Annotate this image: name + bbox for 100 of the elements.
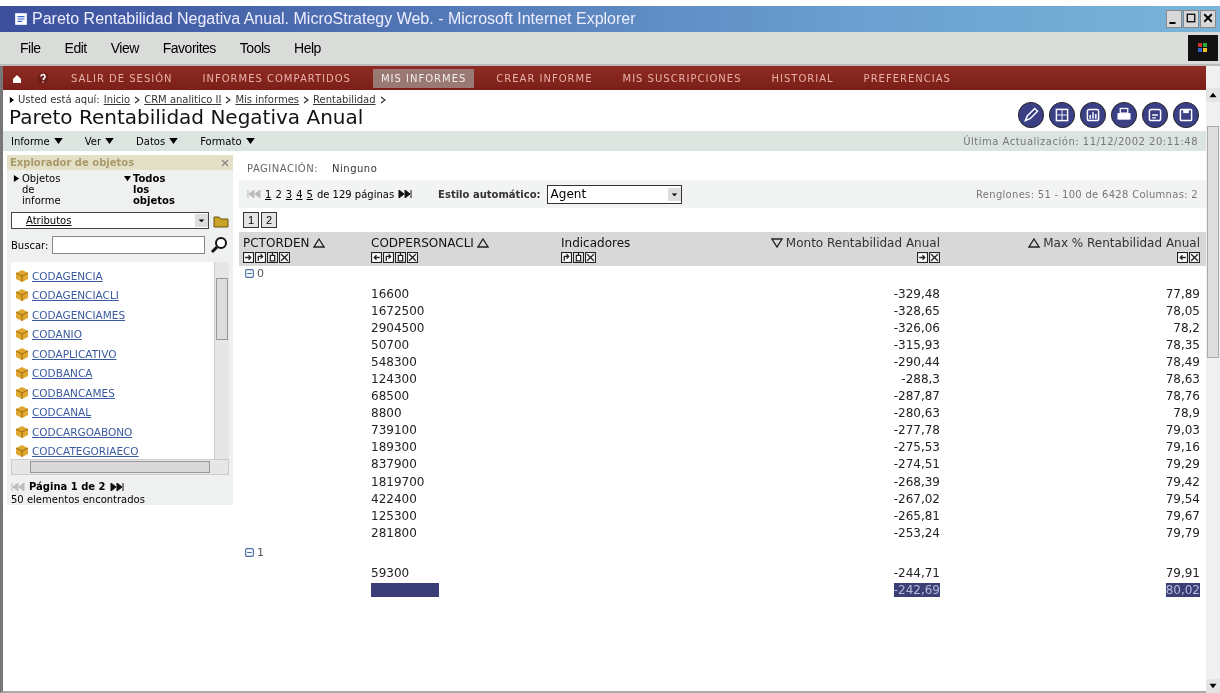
- nav-tab[interactable]: HISTORIAL: [763, 68, 842, 88]
- arrow-icon[interactable]: [1177, 252, 1188, 263]
- close-icon[interactable]: [220, 157, 230, 168]
- menu-item[interactable]: Tools: [239, 40, 271, 56]
- table-cell: 79,03: [1165, 423, 1200, 438]
- page-link[interactable]: 1: [265, 188, 272, 200]
- grid-icon[interactable]: [1048, 101, 1076, 129]
- page-link[interactable]: 2: [275, 188, 282, 200]
- nav-tab[interactable]: SALIR DE SESIÓN: [63, 68, 181, 88]
- table-cell: 16600: [371, 286, 410, 301]
- scroll-down-icon[interactable]: [1206, 679, 1220, 693]
- table-cell: 78,35: [1165, 337, 1200, 352]
- sort-icon[interactable]: [312, 238, 325, 248]
- attribute-dropdown[interactable]: Atributos: [11, 212, 209, 229]
- column-page-button[interactable]: 2: [261, 212, 277, 228]
- nav-tab[interactable]: CREAR INFORME: [488, 68, 601, 88]
- column-header[interactable]: Monto Rentabilidad Anual: [785, 236, 940, 250]
- export-icon[interactable]: [1141, 101, 1169, 129]
- arrow-icon[interactable]: [243, 252, 254, 263]
- search-field[interactable]: [52, 236, 205, 254]
- table-cell: 78,9: [1173, 406, 1200, 421]
- arrow-icon[interactable]: [371, 252, 382, 263]
- cube-icon: [15, 366, 29, 381]
- attribute-link[interactable]: CODCARGOABONO: [32, 425, 133, 438]
- sort-icon[interactable]: [476, 238, 489, 248]
- attribute-link[interactable]: CODAGENCIA: [32, 269, 103, 282]
- home-icon[interactable]: [11, 72, 23, 84]
- windows-logo-icon: [1188, 35, 1218, 61]
- column-header[interactable]: PCTORDEN: [243, 236, 310, 250]
- chart-icon[interactable]: [1079, 101, 1107, 129]
- scroll-up-icon[interactable]: [1206, 88, 1220, 102]
- minimize-button[interactable]: [1166, 10, 1182, 28]
- menu-item[interactable]: Edit: [64, 40, 87, 56]
- horizontal-scrollbar[interactable]: [11, 459, 229, 475]
- search-icon[interactable]: [209, 235, 229, 255]
- sort-icon[interactable]: [770, 238, 783, 248]
- attribute-link[interactable]: CODANIO: [32, 328, 82, 341]
- attribute-link[interactable]: CODBANCA: [32, 367, 93, 380]
- panel-tab[interactable]: Objetos de informe: [9, 172, 120, 207]
- menu-dropdown[interactable]: Datos: [136, 135, 179, 147]
- remove-icon[interactable]: [929, 252, 940, 263]
- pivot-icon[interactable]: [255, 252, 266, 263]
- save-icon[interactable]: [1172, 101, 1200, 129]
- remove-icon[interactable]: [279, 252, 290, 263]
- next-last-icon[interactable]: [109, 482, 124, 491]
- table-cell: -290,44: [893, 354, 940, 369]
- arrow-icon[interactable]: [917, 252, 928, 263]
- nav-tab[interactable]: MIS SUSCRIPCIONES: [614, 68, 750, 88]
- attribute-link[interactable]: CODAPLICATIVO: [32, 347, 117, 360]
- menu-item[interactable]: View: [110, 40, 139, 56]
- attribute-link[interactable]: CODCATEGORIAECO: [32, 445, 139, 458]
- page-link[interactable]: 4: [296, 188, 303, 200]
- sort-icon[interactable]: [1028, 238, 1041, 248]
- collapse-icon[interactable]: [245, 548, 254, 558]
- style-dropdown[interactable]: Agent: [546, 184, 682, 204]
- collapse-icon[interactable]: [245, 269, 254, 278]
- pivot-icon[interactable]: [561, 252, 572, 263]
- menu-item[interactable]: File: [20, 40, 41, 56]
- group-label: 1: [257, 546, 264, 560]
- vertical-scrollbar[interactable]: [214, 262, 229, 459]
- column-header[interactable]: Indicadores: [561, 236, 631, 250]
- remove-icon[interactable]: [407, 252, 418, 263]
- attribute-link[interactable]: CODAGENCIACLI: [32, 289, 119, 302]
- menu-dropdown[interactable]: Ver: [84, 135, 115, 147]
- column-header[interactable]: Max % Rentabilidad Anual: [1043, 236, 1200, 250]
- pivot-icon[interactable]: [383, 252, 394, 263]
- attribute-link[interactable]: CODCANAL: [32, 406, 92, 419]
- menu-item[interactable]: Favorites: [162, 40, 216, 56]
- breadcrumb-link[interactable]: Rentabilidad: [313, 94, 376, 105]
- page-icon[interactable]: [395, 252, 406, 263]
- page-icon[interactable]: [573, 252, 584, 263]
- page-link[interactable]: 3: [285, 188, 293, 200]
- page-icon[interactable]: [267, 252, 278, 263]
- page-link[interactable]: 5: [306, 188, 313, 200]
- nav-tab[interactable]: MIS INFORMES: [372, 68, 475, 88]
- print-icon[interactable]: [1110, 101, 1138, 129]
- menu-item[interactable]: Help: [294, 40, 321, 56]
- column-header[interactable]: CODPERSONACLI: [371, 236, 474, 250]
- attribute-link[interactable]: CODAGENCIAMES: [32, 308, 126, 321]
- remove-icon[interactable]: [1189, 252, 1200, 263]
- menu-dropdown[interactable]: Informe: [11, 135, 63, 147]
- close-button[interactable]: [1200, 10, 1216, 28]
- folder-icon[interactable]: [213, 213, 229, 228]
- next-last-icon[interactable]: [398, 190, 413, 198]
- breadcrumb-link[interactable]: Mis informes: [235, 94, 300, 105]
- panel-tab[interactable]: Todos los objetos: [120, 172, 231, 207]
- maximize-button[interactable]: [1183, 10, 1199, 28]
- separator-icon: [225, 95, 232, 104]
- item-count: 50 elementos encontrados: [10, 494, 146, 505]
- remove-icon[interactable]: [585, 252, 596, 263]
- menu-dropdown[interactable]: Formato: [200, 135, 255, 147]
- breadcrumb-link[interactable]: CRM analitico II: [144, 94, 222, 105]
- page-scrollbar[interactable]: [1206, 66, 1220, 693]
- attribute-link[interactable]: CODBANCAMES: [32, 386, 115, 399]
- column-page-button[interactable]: 1: [243, 212, 259, 228]
- pencil-icon[interactable]: [1017, 101, 1045, 129]
- nav-tab[interactable]: PREFERENCIAS: [855, 68, 959, 88]
- breadcrumb-link[interactable]: Inicio: [103, 94, 131, 105]
- nav-tab[interactable]: INFORMES COMPARTIDOS: [194, 68, 359, 88]
- help-icon[interactable]: [37, 72, 49, 84]
